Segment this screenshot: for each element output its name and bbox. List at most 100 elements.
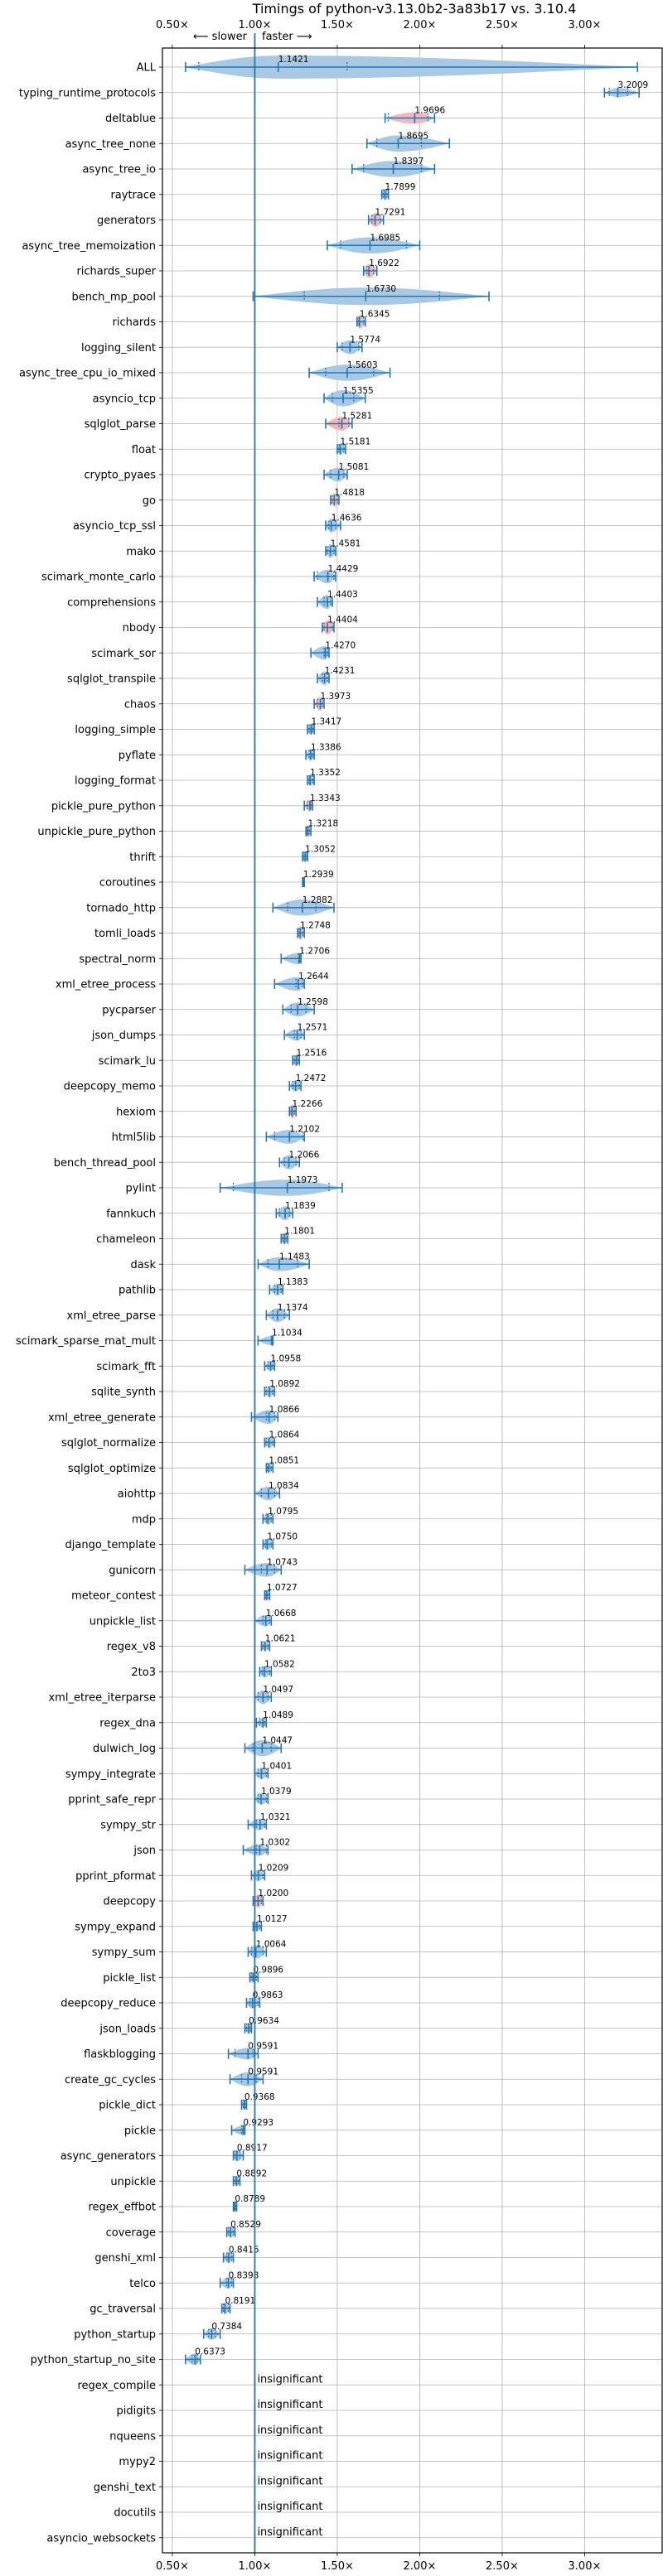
category-label: pickle xyxy=(124,2125,156,2137)
category-label: hexiom xyxy=(116,1106,156,1118)
category-label: crypto_pyaes xyxy=(84,470,156,482)
median-value-label: 1.0497 xyxy=(263,1685,293,1695)
median-value-label: 1.0489 xyxy=(263,1710,293,1720)
median-value-label: 1.4231 xyxy=(325,666,356,676)
category-label: regex_compile xyxy=(77,2380,156,2392)
median-value-label: 1.6985 xyxy=(370,233,400,243)
median-value-label: 3.2009 xyxy=(617,80,648,90)
category-label: sqlglot_normalize xyxy=(61,1437,156,1450)
category-label: nqueens xyxy=(109,2430,156,2443)
median-value-label: 1.4270 xyxy=(325,640,356,650)
category-label: async_tree_memoization xyxy=(22,240,156,253)
violin-chart: Timings of python-v3.13.0b2-3a83b17 vs. … xyxy=(16,1,663,2573)
category-label: asyncio_tcp xyxy=(93,393,156,405)
category-label: scimark_fft xyxy=(96,1361,156,1373)
category-label: pprint_pformat xyxy=(75,1870,156,1883)
median-value-label: 1.1421 xyxy=(278,55,309,65)
median-value-label: 1.0958 xyxy=(271,1353,302,1363)
category-label: scimark_sor xyxy=(91,648,156,660)
category-label: sqlglot_optimize xyxy=(68,1463,156,1475)
median-value-label: 0.8529 xyxy=(230,2220,261,2230)
category-label: scimark_monte_carlo xyxy=(41,572,156,584)
median-value-label: 1.2939 xyxy=(303,870,334,880)
median-value-label: 1.2598 xyxy=(298,997,328,1007)
category-label: pyflate xyxy=(119,750,156,762)
median-value-label: 0.7384 xyxy=(211,2322,242,2332)
median-value-label: 1.5774 xyxy=(350,335,380,345)
insignificant-label: insignificant xyxy=(257,2450,322,2463)
category-label: 2to3 xyxy=(131,1667,156,1679)
category-label: sqlglot_parse xyxy=(85,418,156,431)
category-label: pycparser xyxy=(102,1004,156,1016)
category-label: mdp xyxy=(132,1513,156,1526)
median-value-label: 1.0621 xyxy=(265,1634,296,1644)
category-label: logging_silent xyxy=(81,342,156,355)
median-value-label: 0.9368 xyxy=(244,2092,275,2102)
category-label: deepcopy_reduce xyxy=(60,1998,156,2010)
category-label: chameleon xyxy=(96,1233,156,1246)
category-label: chaos xyxy=(124,698,156,711)
category-label: scimark_sparse_mat_mult xyxy=(16,1335,156,1348)
category-label: pathlib xyxy=(119,1285,156,1297)
category-label: sympy_sum xyxy=(92,1946,156,1959)
category-label: python_startup_no_site xyxy=(31,2354,156,2366)
insignificant-label: insignificant xyxy=(257,2475,322,2487)
median-value-label: 1.4818 xyxy=(334,488,365,498)
category-label: deltablue xyxy=(105,113,156,125)
median-value-label: 1.0379 xyxy=(261,1787,292,1797)
median-value-label: 1.8397 xyxy=(394,157,424,166)
median-value-label: 1.3352 xyxy=(310,768,341,778)
median-value-label: 1.4581 xyxy=(331,538,361,548)
median-value-label: 1.6345 xyxy=(360,310,390,320)
category-label: logging_simple xyxy=(75,724,156,736)
category-label: spectral_norm xyxy=(79,953,156,966)
median-value-label: 1.2706 xyxy=(299,946,330,956)
category-label: async_tree_cpu_io_mixed xyxy=(19,368,156,380)
category-label: pickle_dict xyxy=(99,2100,156,2112)
category-label: typing_runtime_protocols xyxy=(19,87,156,99)
median-value-label: 0.9591 xyxy=(248,2042,278,2052)
median-value-label: 1.0834 xyxy=(269,1481,299,1491)
category-label: gunicorn xyxy=(109,1565,156,1577)
category-label: pickle_pure_python xyxy=(51,800,156,813)
median-value-label: 1.3218 xyxy=(307,819,338,829)
median-value-label: 1.0200 xyxy=(258,1889,288,1898)
category-label: fannkuch xyxy=(106,1208,156,1220)
category-label: coverage xyxy=(106,2226,156,2239)
median-value-label: 1.5603 xyxy=(347,360,378,370)
median-value-label: 1.2882 xyxy=(302,895,333,905)
median-value-label: 1.2571 xyxy=(298,1023,328,1033)
category-label: json xyxy=(133,1845,156,1857)
median-value-label: 1.1374 xyxy=(278,1303,308,1313)
median-value-label: 1.0302 xyxy=(259,1838,290,1848)
category-label: json_dumps xyxy=(91,1030,156,1042)
median-value-label: 1.0892 xyxy=(269,1379,300,1389)
median-value-label: 1.1973 xyxy=(288,1175,318,1185)
x-tick-label: 2.50× xyxy=(486,19,519,31)
x-tick-label: 3.00× xyxy=(569,19,602,31)
x-tick-label: 2.00× xyxy=(404,19,437,31)
category-label: asyncio_websockets xyxy=(46,2532,156,2545)
median-value-label: 1.3417 xyxy=(311,717,341,727)
median-value-label: 1.0401 xyxy=(261,1761,292,1771)
category-label: bench_thread_pool xyxy=(54,1157,156,1170)
category-label: pidigits xyxy=(117,2405,157,2418)
category-label: django_template xyxy=(65,1539,156,1551)
insignificant-label: insignificant xyxy=(257,2501,322,2513)
category-label: raytrace xyxy=(110,189,156,201)
median-value-label: 1.5355 xyxy=(343,386,374,396)
category-label: dulwich_log xyxy=(93,1743,156,1755)
median-value-label: 1.4636 xyxy=(332,514,362,523)
median-value-label: 1.4404 xyxy=(327,615,358,625)
x-tick-label: 2.50× xyxy=(486,2560,519,2573)
median-value-label: 1.4403 xyxy=(327,590,358,600)
category-label: xml_etree_iterparse xyxy=(48,1692,156,1705)
category-label: xml_etree_process xyxy=(56,979,156,991)
insignificant-label: insignificant xyxy=(257,2526,322,2539)
x-tick-label: 0.50× xyxy=(156,2560,189,2573)
category-label: json_loads xyxy=(99,2023,156,2035)
median-value-label: 1.0321 xyxy=(260,1812,291,1822)
category-label: tornado_http xyxy=(86,902,156,914)
median-value-label: 1.0727 xyxy=(267,1583,298,1593)
median-value-label: 1.0743 xyxy=(267,1557,298,1567)
